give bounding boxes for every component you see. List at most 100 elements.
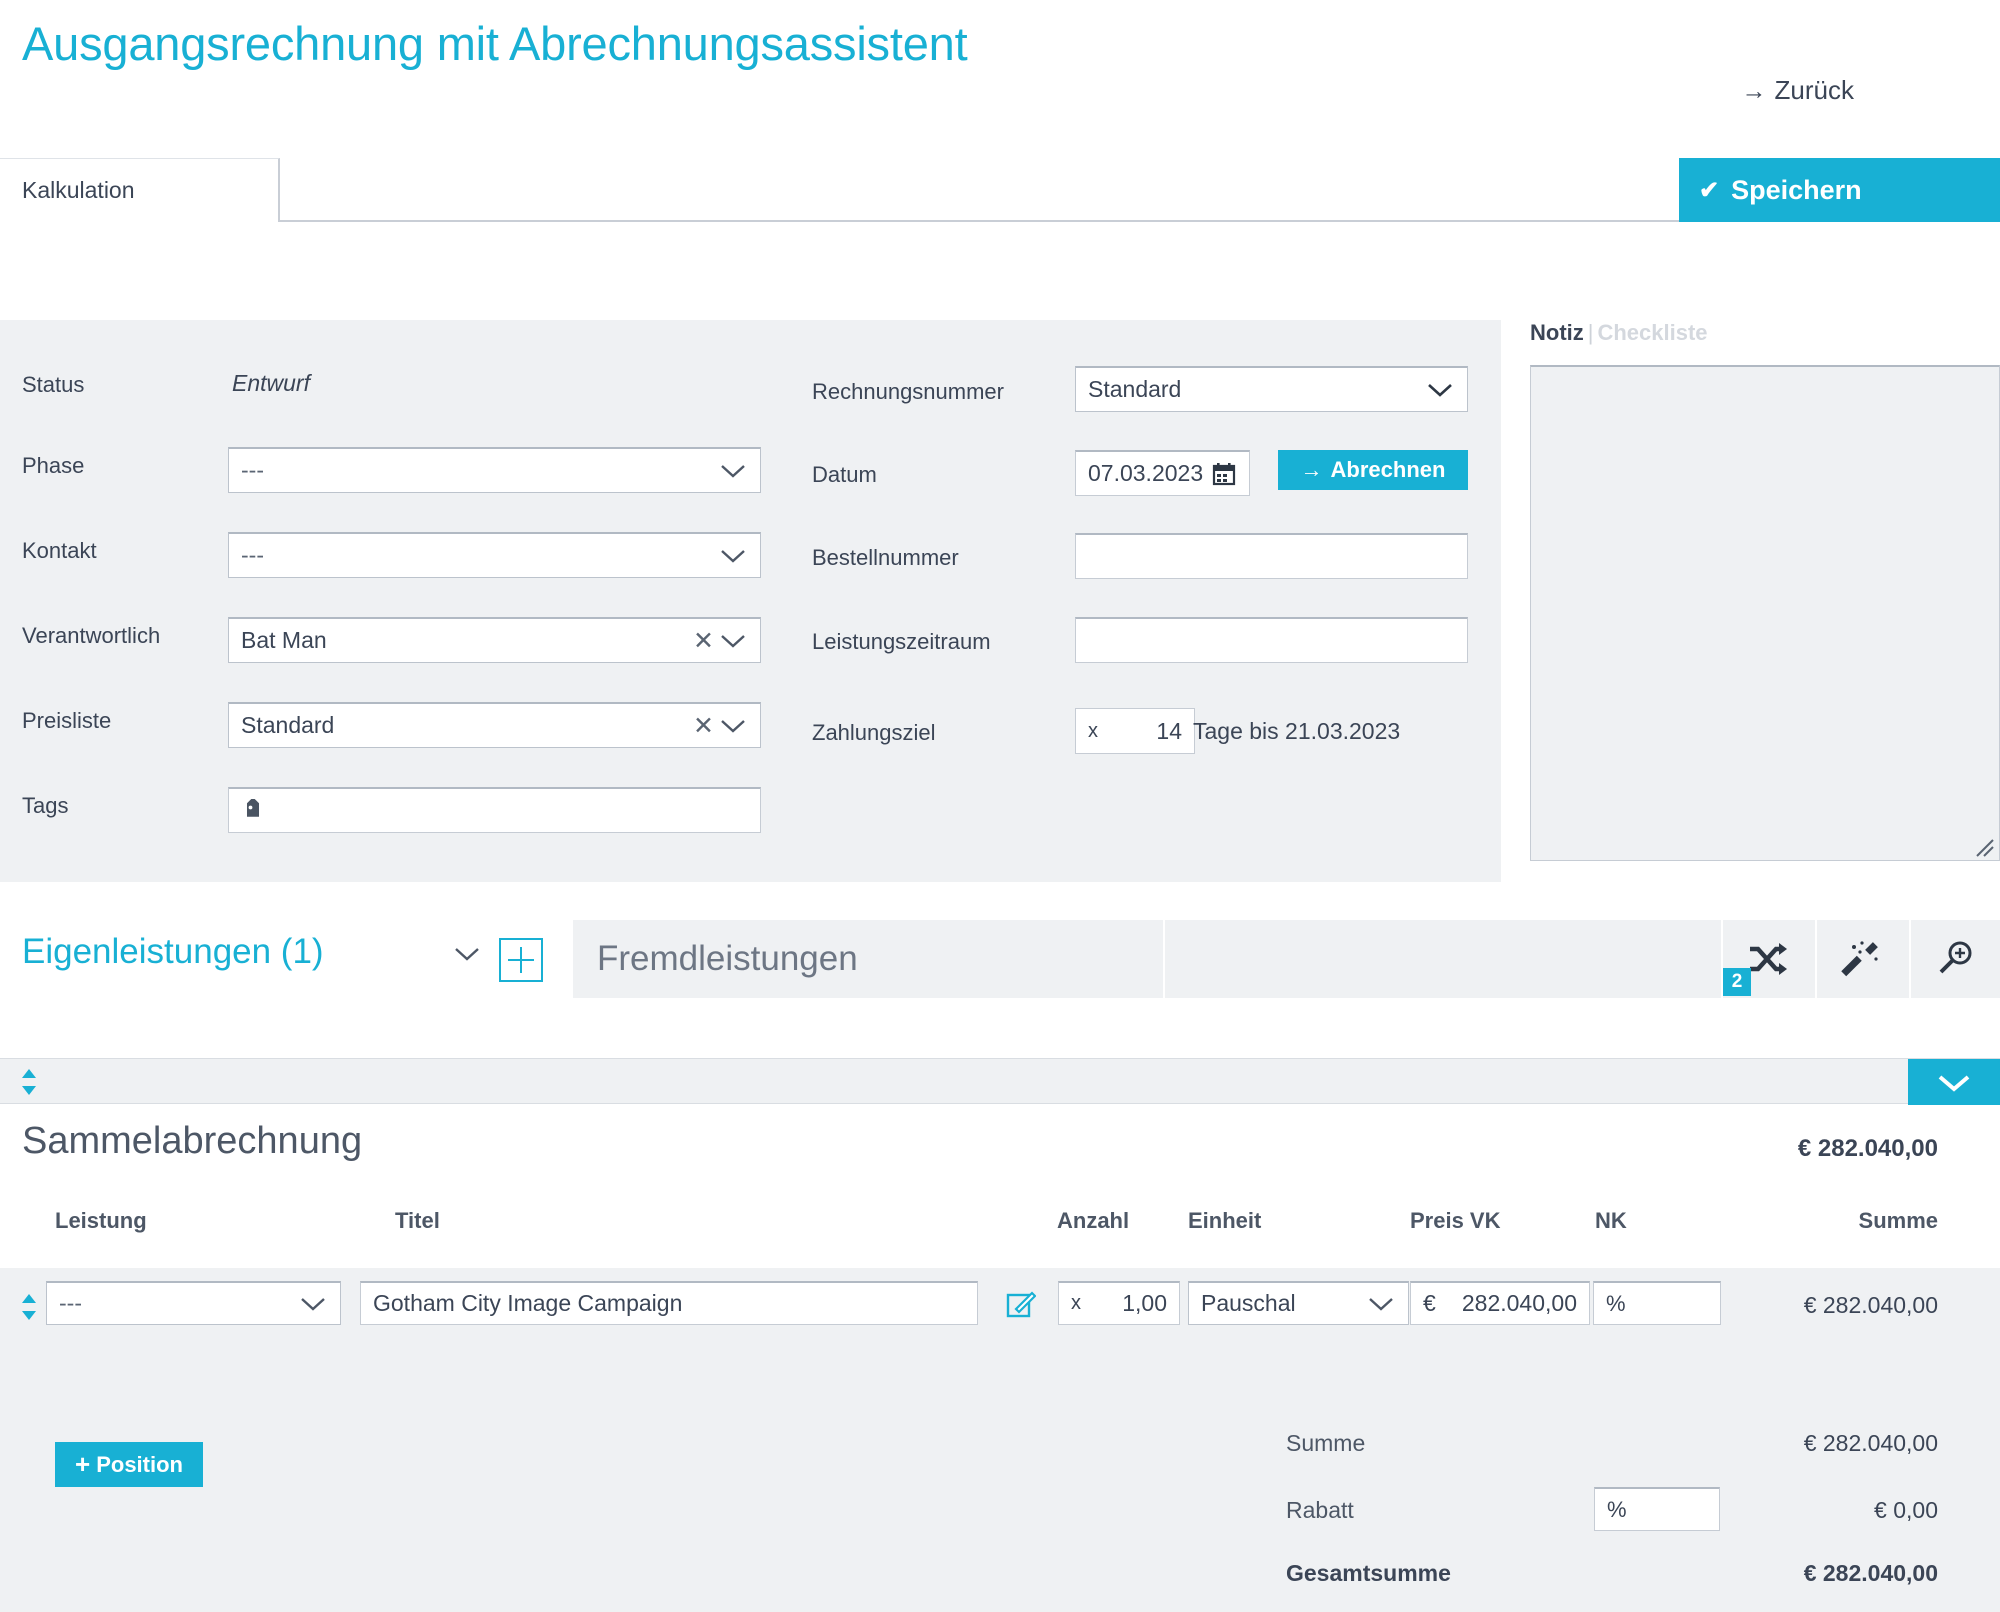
back-link[interactable]: → Zurück	[1742, 75, 1854, 106]
column-header-preis-vk: Preis VK	[1410, 1208, 1501, 1233]
save-button-label: Speichern	[1731, 174, 1862, 205]
kontakt-value: ---	[241, 542, 264, 568]
column-header-titel: Titel	[395, 1208, 440, 1233]
tab-fremdleistungen-label: Fremdleistungen	[597, 939, 858, 978]
row-leistung-select[interactable]: ---	[46, 1281, 341, 1325]
sort-handle-icon[interactable]	[18, 1067, 40, 1097]
zahlungsziel-days: 14	[1156, 717, 1182, 744]
gesamtsumme-label: Gesamtsumme	[1286, 1560, 1451, 1586]
tab-fremdleistungen[interactable]: Fremdleistungen	[573, 920, 1163, 998]
calendar-icon[interactable]	[1211, 461, 1237, 487]
rabatt-label: Rabatt	[1286, 1497, 1354, 1523]
row-preis-vk-value: 282.040,00	[1461, 1290, 1577, 1316]
zahlungsziel-input[interactable]: x 14	[1075, 708, 1195, 754]
notiz-textarea[interactable]	[1530, 365, 2000, 861]
row-drag-handle-icon[interactable]	[18, 1292, 40, 1322]
column-header-nk: NK	[1595, 1208, 1627, 1233]
rechnungsnummer-select[interactable]: Standard	[1075, 366, 1468, 412]
summe-value: € 282.040,00	[1803, 1430, 1938, 1456]
zahlungsziel-note: Tage bis 21.03.2023	[1193, 718, 1401, 744]
tab-checkliste[interactable]: Checkliste	[1597, 320, 1707, 345]
rechnungsnummer-value: Standard	[1088, 376, 1182, 402]
save-button[interactable]: ✔ Speichern	[1679, 158, 2000, 222]
preisliste-select[interactable]: Standard ✕	[228, 702, 761, 748]
group-total: € 282.040,00	[1797, 1135, 1938, 1162]
kontakt-select[interactable]: ---	[228, 532, 761, 578]
zoom-in-button[interactable]	[1909, 920, 2000, 998]
zahlungsziel-label: Zahlungsziel	[812, 720, 936, 745]
status-label: Status	[22, 372, 85, 397]
tab-kalkulation-label: Kalkulation	[22, 177, 135, 203]
row-anzahl-prefix: x	[1071, 1292, 1081, 1314]
edit-note-icon[interactable]	[1006, 1290, 1036, 1320]
magic-wand-icon	[1841, 941, 1878, 977]
row-preis-vk-input[interactable]: € 282.040,00	[1410, 1281, 1590, 1325]
tags-input[interactable]	[228, 787, 761, 833]
tab-separator: |	[1587, 320, 1594, 345]
verantwortlich-value: Bat Man	[241, 627, 327, 653]
shuffle-button[interactable]: 2	[1721, 920, 1813, 998]
shuffle-badge: 2	[1723, 968, 1751, 996]
add-eigenleistung-button[interactable]	[499, 938, 543, 982]
tab-eigenleistungen[interactable]: Eigenleistungen (1)	[22, 932, 324, 972]
column-header-summe: Summe	[1858, 1208, 1938, 1233]
tab-kalkulation[interactable]: Kalkulation	[0, 158, 280, 222]
column-header-leistung: Leistung	[55, 1208, 147, 1233]
group-title: Sammelabrechnung	[22, 1120, 363, 1162]
summe-label: Summe	[1286, 1430, 1366, 1456]
rechnungsnummer-label: Rechnungsnummer	[812, 379, 1004, 404]
shuffle-icon	[1750, 943, 1787, 975]
percent-symbol: %	[1606, 1290, 1626, 1316]
row-einheit-select[interactable]: Pauschal	[1188, 1281, 1409, 1325]
leistungen-toolbar: 2	[1163, 920, 2000, 998]
gesamtsumme-value: € 282.040,00	[1803, 1560, 1938, 1586]
plus-icon: +	[75, 1449, 91, 1479]
clear-icon[interactable]: ✕	[693, 711, 714, 741]
page-title: Ausgangsrechnung mit Abrechnungsassisten…	[22, 17, 968, 70]
row-einheit-value: Pauschal	[1201, 1290, 1296, 1316]
percent-symbol: %	[1607, 1496, 1627, 1522]
phase-select[interactable]: ---	[228, 447, 761, 493]
bestellnummer-label: Bestellnummer	[812, 545, 959, 570]
verantwortlich-select[interactable]: Bat Man ✕	[228, 617, 761, 663]
abrechnen-button-label: Abrechnen	[1330, 457, 1446, 482]
leistungszeitraum-input[interactable]	[1075, 617, 1468, 663]
group-collapse-toggle[interactable]	[1908, 1059, 2000, 1105]
abrechnen-button[interactable]: → Abrechnen	[1278, 450, 1468, 490]
table-footer: + Position	[0, 1338, 2000, 1612]
row-titel-input[interactable]: Gotham City Image Campaign	[360, 1281, 978, 1325]
rabatt-input[interactable]: %	[1594, 1487, 1720, 1531]
multiplier-symbol: x	[1088, 719, 1098, 742]
preisliste-value: Standard	[241, 712, 335, 738]
currency-symbol: €	[1423, 1290, 1436, 1316]
datum-value: 07.03.2023	[1088, 460, 1204, 486]
row-anzahl-input[interactable]: x 1,00	[1058, 1281, 1180, 1325]
row-summe-value: € 282.040,00	[1803, 1292, 1938, 1318]
row-titel-value: Gotham City Image Campaign	[373, 1290, 683, 1316]
magic-wand-button[interactable]	[1815, 920, 1907, 998]
row-anzahl-value: 1,00	[1122, 1290, 1167, 1316]
add-position-button[interactable]: + Position	[55, 1442, 203, 1487]
clear-icon[interactable]: ✕	[693, 626, 714, 656]
chevron-down-icon[interactable]	[452, 944, 482, 964]
magnifier-plus-icon	[1939, 941, 1972, 974]
column-header-einheit: Einheit	[1188, 1208, 1262, 1233]
back-arrow-icon: →	[1741, 77, 1767, 105]
resize-handle-icon[interactable]	[1973, 836, 1995, 858]
notiz-checkliste-tabs: Notiz | Checkliste	[1530, 320, 1708, 346]
bestellnummer-input[interactable]	[1075, 533, 1468, 579]
group-collapse-bar	[0, 1058, 2000, 1105]
table-row: --- Gotham City Image Campaign x 1,00 Pa…	[0, 1268, 2000, 1338]
row-nk-input[interactable]: %	[1593, 1281, 1721, 1325]
chevron-down-icon	[1938, 1075, 1970, 1092]
tag-icon	[246, 798, 260, 817]
status-value: Entwurf	[232, 370, 310, 396]
phase-label: Phase	[22, 453, 85, 478]
column-header-anzahl: Anzahl	[1057, 1208, 1130, 1233]
leistungen-tab-row: Eigenleistungen (1) Fremdleistungen 2	[0, 920, 2000, 1008]
datum-input[interactable]: 07.03.2023	[1075, 450, 1250, 496]
leistungszeitraum-label: Leistungszeitraum	[812, 629, 991, 654]
tab-notiz[interactable]: Notiz	[1530, 320, 1584, 345]
datum-label: Datum	[812, 462, 877, 487]
preisliste-label: Preisliste	[22, 708, 112, 733]
